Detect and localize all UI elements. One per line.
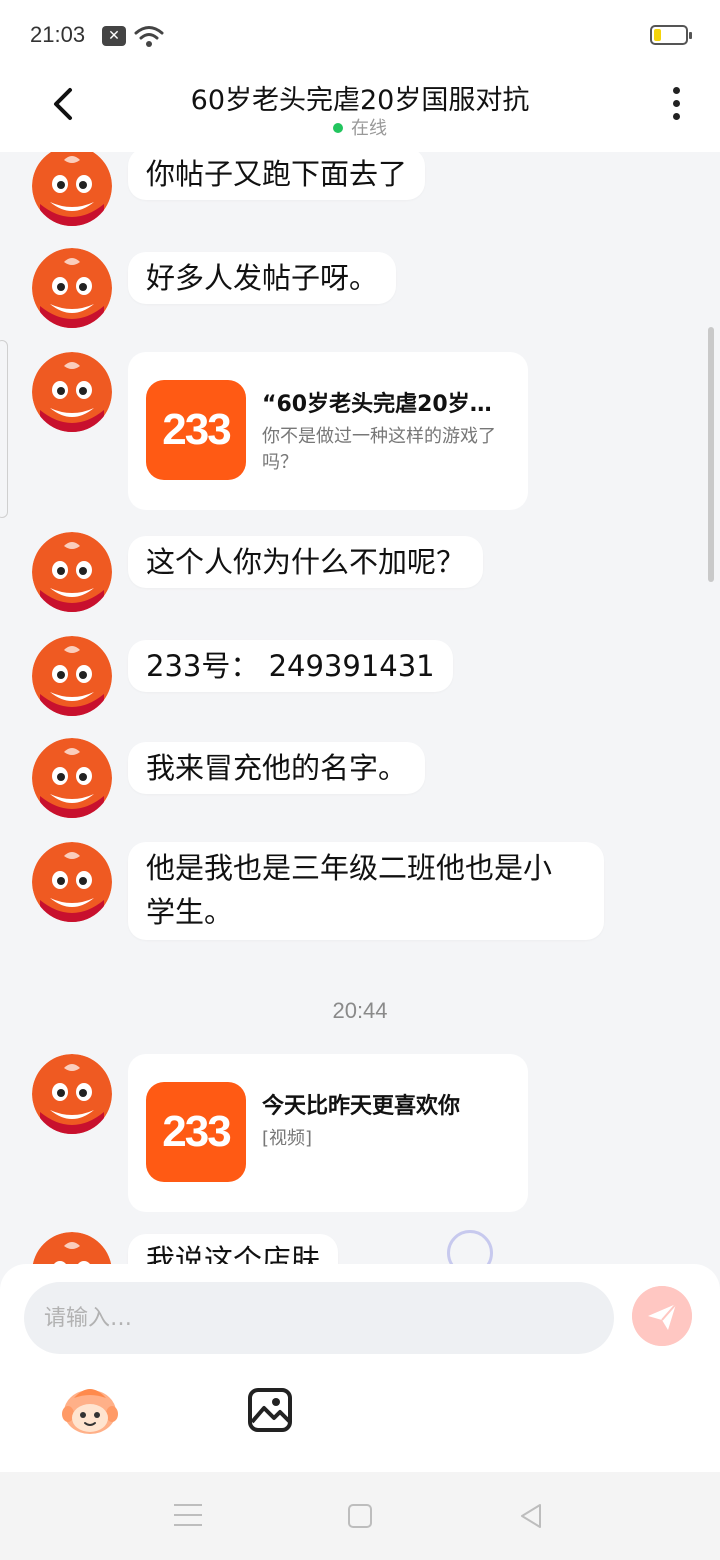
- app-logo: 233: [146, 1082, 246, 1182]
- more-vertical-icon[interactable]: [664, 84, 688, 124]
- side-drawer-handle[interactable]: [0, 340, 8, 518]
- wifi-icon: [134, 26, 164, 47]
- loading-spinner-icon: [447, 1230, 493, 1264]
- avatar[interactable]: [32, 532, 112, 612]
- card-title: “60岁老头完虐20岁…: [262, 392, 492, 417]
- system-nav-bar: [0, 1472, 720, 1560]
- notification-icon: ✕: [102, 26, 126, 46]
- online-dot-icon: [333, 123, 343, 133]
- home-button-icon[interactable]: [348, 1504, 372, 1528]
- avatar[interactable]: [32, 842, 112, 922]
- avatar[interactable]: [32, 1054, 112, 1134]
- chat-header: 60岁老头完虐20岁国服对抗 在线: [0, 70, 720, 152]
- app-logo: 233: [146, 380, 246, 480]
- message-line: 他是我也是三年级二班他也是小: [146, 851, 553, 885]
- avatar[interactable]: [32, 1232, 112, 1264]
- message-bubble[interactable]: 这个人你为什么不加呢？: [128, 536, 484, 588]
- send-icon[interactable]: [632, 1286, 692, 1346]
- message-bubble[interactable]: 我来冒充他的名字。: [128, 742, 426, 794]
- avatar[interactable]: [32, 152, 112, 226]
- status-bar: 21:03 ✕: [0, 0, 720, 70]
- avatar[interactable]: [32, 352, 112, 432]
- avatar[interactable]: [32, 248, 112, 328]
- online-status-text: 在线: [351, 118, 387, 139]
- online-status: 在线: [0, 114, 720, 140]
- message-bubble[interactable]: 他是我也是三年级二班他也是小 学生。: [128, 842, 604, 940]
- message-line: 学生。: [146, 895, 234, 929]
- message-bubble[interactable]: 我说这个店肤: [128, 1234, 339, 1264]
- shared-post-card[interactable]: 233 “60岁老头完虐20岁… 你不是做过一种这样的游戏了吗？: [128, 352, 528, 510]
- input-panel: [0, 1264, 720, 1472]
- recents-menu-icon[interactable]: [174, 1504, 202, 1528]
- message-input[interactable]: [24, 1282, 614, 1354]
- chat-title: 60岁老头完虐20岁国服对抗: [190, 85, 530, 116]
- battery-icon: [650, 25, 692, 45]
- avatar[interactable]: [32, 738, 112, 818]
- chat-message-list[interactable]: 你帖子又跑下面去了 好多人发帖子呀。 233 “60岁老头完虐20岁… 你不是做…: [0, 152, 720, 1264]
- card-description: 你不是做过一种这样的游戏了吗？: [262, 426, 496, 473]
- message-bubble[interactable]: 233号： 249391431: [128, 640, 453, 692]
- nav-back-icon[interactable]: [518, 1502, 544, 1530]
- image-icon[interactable]: [246, 1386, 294, 1434]
- message-bubble[interactable]: 你帖子又跑下面去了: [128, 152, 426, 200]
- status-time: 21:03: [30, 22, 86, 47]
- card-description: [视频]: [262, 1128, 313, 1149]
- message-bubble[interactable]: 好多人发帖子呀。: [128, 252, 397, 304]
- scrollbar[interactable]: [708, 327, 714, 582]
- emoji-avatar-icon[interactable]: [60, 1382, 120, 1438]
- avatar[interactable]: [32, 636, 112, 716]
- shared-video-card[interactable]: 233 今天比昨天更喜欢你 [视频]: [128, 1054, 528, 1212]
- timestamp: 20:44: [332, 998, 388, 1023]
- card-title: 今天比昨天更喜欢你: [262, 1094, 461, 1119]
